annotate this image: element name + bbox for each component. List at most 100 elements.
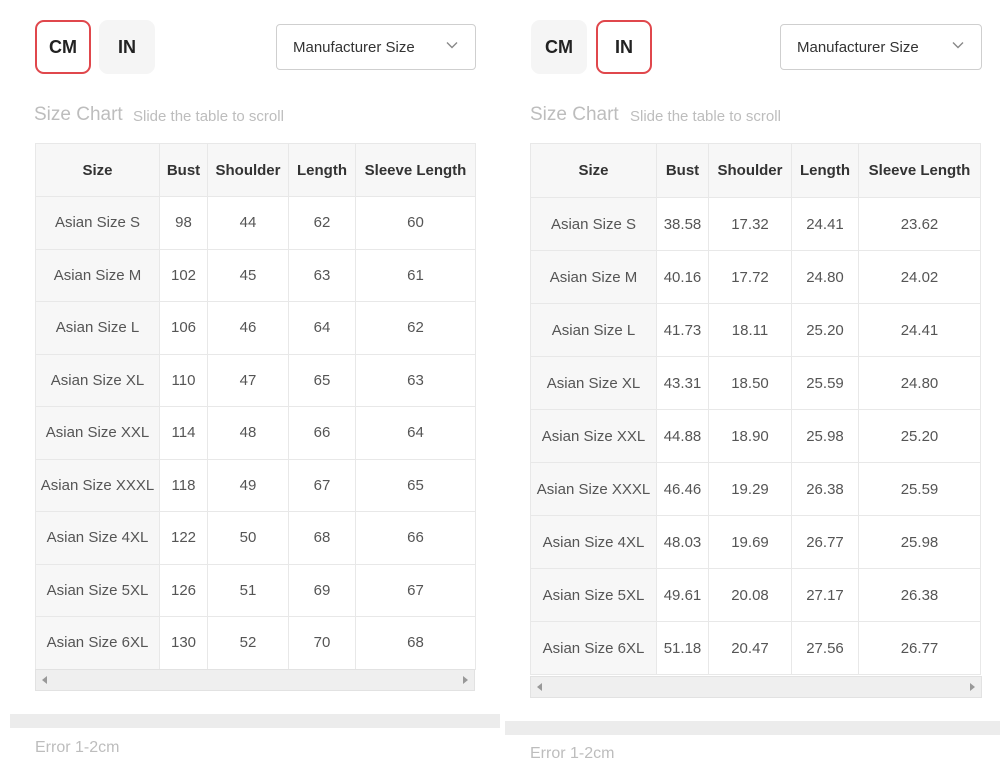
- sleeve-length-cell: 24.02: [858, 250, 981, 304]
- size-cell: Asian Size XL: [530, 356, 657, 410]
- scroll-hint: Slide the table to scroll: [133, 108, 284, 125]
- table-row: Asian Size S 38.58 17.32 24.41 23.62: [530, 197, 981, 251]
- size-cell: Asian Size M: [530, 250, 657, 304]
- size-cell: Asian Size S: [530, 197, 657, 251]
- bust-cell: 122: [159, 511, 208, 565]
- length-cell: 66: [288, 406, 356, 460]
- length-cell: 25.20: [791, 303, 859, 357]
- manufacturer-size-select[interactable]: Manufacturer Size: [276, 24, 476, 70]
- sleeve-length-cell: 65: [355, 458, 476, 512]
- unit-toggle-cm[interactable]: CM: [531, 20, 587, 74]
- size-cell: Asian Size 5XL: [35, 563, 160, 617]
- size-cell: Asian Size 6XL: [35, 616, 160, 670]
- bust-cell: 40.16: [656, 250, 709, 304]
- manufacturer-size-label: Manufacturer Size: [293, 38, 415, 56]
- sleeve-length-cell: 25.59: [858, 462, 981, 516]
- table-row: Asian Size 6XL 130 52 70 68: [35, 616, 476, 670]
- error-note: Error 1-2cm: [530, 745, 615, 762]
- table-row: Asian Size XL 110 47 65 63: [35, 353, 476, 407]
- bust-cell: 49.61: [656, 568, 709, 622]
- length-cell: 62: [288, 196, 356, 250]
- size-table-scroll-area[interactable]: Size Bust Shoulder Length Sleeve Length …: [530, 143, 981, 675]
- shoulder-cell: 18.90: [708, 409, 792, 463]
- table-row: Asian Size 6XL 51.18 20.47 27.56 26.77: [530, 621, 981, 675]
- sleeve-length-cell: 25.98: [858, 515, 981, 569]
- sleeve-length-cell: 25.20: [858, 409, 981, 463]
- unit-toggle-in[interactable]: IN: [596, 20, 652, 74]
- horizontal-scrollbar[interactable]: [35, 669, 475, 691]
- manufacturer-size-select[interactable]: Manufacturer Size: [780, 24, 982, 70]
- scroll-right-arrow-icon[interactable]: [463, 676, 468, 684]
- col-header-bust: Bust: [159, 143, 208, 197]
- length-cell: 24.80: [791, 250, 859, 304]
- bust-cell: 106: [159, 301, 208, 355]
- col-header-size: Size: [530, 143, 657, 198]
- bust-cell: 110: [159, 353, 208, 407]
- sleeve-length-cell: 61: [355, 248, 476, 302]
- bust-cell: 41.73: [656, 303, 709, 357]
- scroll-left-arrow-icon[interactable]: [42, 676, 47, 684]
- bust-cell: 114: [159, 406, 208, 460]
- scroll-left-arrow-icon[interactable]: [537, 683, 542, 691]
- size-table: Size Bust Shoulder Length Sleeve Length …: [35, 143, 476, 670]
- shoulder-cell: 17.32: [708, 197, 792, 251]
- size-chart-heading: Size Chart: [34, 104, 123, 125]
- shoulder-cell: 47: [207, 353, 289, 407]
- scroll-right-arrow-icon[interactable]: [970, 683, 975, 691]
- length-cell: 70: [288, 616, 356, 670]
- size-cell: Asian Size XXXL: [530, 462, 657, 516]
- col-header-length: Length: [288, 143, 356, 197]
- table-row: Asian Size XL 43.31 18.50 25.59 24.80: [530, 356, 981, 410]
- sleeve-length-cell: 60: [355, 196, 476, 250]
- shoulder-cell: 20.08: [708, 568, 792, 622]
- bust-cell: 43.31: [656, 356, 709, 410]
- table-row: Asian Size L 106 46 64 62: [35, 301, 476, 355]
- size-cell: Asian Size XXXL: [35, 458, 160, 512]
- bust-cell: 130: [159, 616, 208, 670]
- shoulder-cell: 19.29: [708, 462, 792, 516]
- length-cell: 68: [288, 511, 356, 565]
- length-cell: 25.98: [791, 409, 859, 463]
- shoulder-cell: 46: [207, 301, 289, 355]
- size-cell: Asian Size XL: [35, 353, 160, 407]
- sleeve-length-cell: 23.62: [858, 197, 981, 251]
- shoulder-cell: 18.11: [708, 303, 792, 357]
- unit-toggle-in[interactable]: IN: [99, 20, 155, 74]
- table-row: Asian Size XXL 114 48 66 64: [35, 406, 476, 460]
- section-divider: [505, 721, 1000, 735]
- unit-toggle-cm[interactable]: CM: [35, 20, 91, 74]
- size-chart-heading: Size Chart: [530, 104, 619, 125]
- manufacturer-size-label: Manufacturer Size: [797, 38, 919, 56]
- scroll-hint: Slide the table to scroll: [630, 108, 781, 125]
- table-row: Asian Size XXL 44.88 18.90 25.98 25.20: [530, 409, 981, 463]
- sleeve-length-cell: 26.77: [858, 621, 981, 675]
- bust-cell: 44.88: [656, 409, 709, 463]
- bust-cell: 38.58: [656, 197, 709, 251]
- table-row: Asian Size M 102 45 63 61: [35, 248, 476, 302]
- size-cell: Asian Size 6XL: [530, 621, 657, 675]
- shoulder-cell: 19.69: [708, 515, 792, 569]
- horizontal-scrollbar[interactable]: [530, 676, 982, 698]
- bust-cell: 118: [159, 458, 208, 512]
- sleeve-length-cell: 63: [355, 353, 476, 407]
- sleeve-length-cell: 62: [355, 301, 476, 355]
- size-table-scroll-area[interactable]: Size Bust Shoulder Length Sleeve Length …: [35, 143, 476, 670]
- col-header-bust: Bust: [656, 143, 709, 198]
- shoulder-cell: 44: [207, 196, 289, 250]
- bust-cell: 98: [159, 196, 208, 250]
- size-cell: Asian Size S: [35, 196, 160, 250]
- size-cell: Asian Size XXL: [35, 406, 160, 460]
- length-cell: 65: [288, 353, 356, 407]
- sleeve-length-cell: 66: [355, 511, 476, 565]
- sleeve-length-cell: 24.80: [858, 356, 981, 410]
- size-cell: Asian Size M: [35, 248, 160, 302]
- size-cell: Asian Size 4XL: [35, 511, 160, 565]
- table-header-row: Size Bust Shoulder Length Sleeve Length: [530, 143, 981, 198]
- table-row: Asian Size XXXL 118 49 67 65: [35, 458, 476, 512]
- chevron-down-icon: [446, 42, 458, 49]
- sleeve-length-cell: 67: [355, 563, 476, 617]
- shoulder-cell: 51: [207, 563, 289, 617]
- length-cell: 24.41: [791, 197, 859, 251]
- shoulder-cell: 52: [207, 616, 289, 670]
- table-row: Asian Size 5XL 126 51 69 67: [35, 563, 476, 617]
